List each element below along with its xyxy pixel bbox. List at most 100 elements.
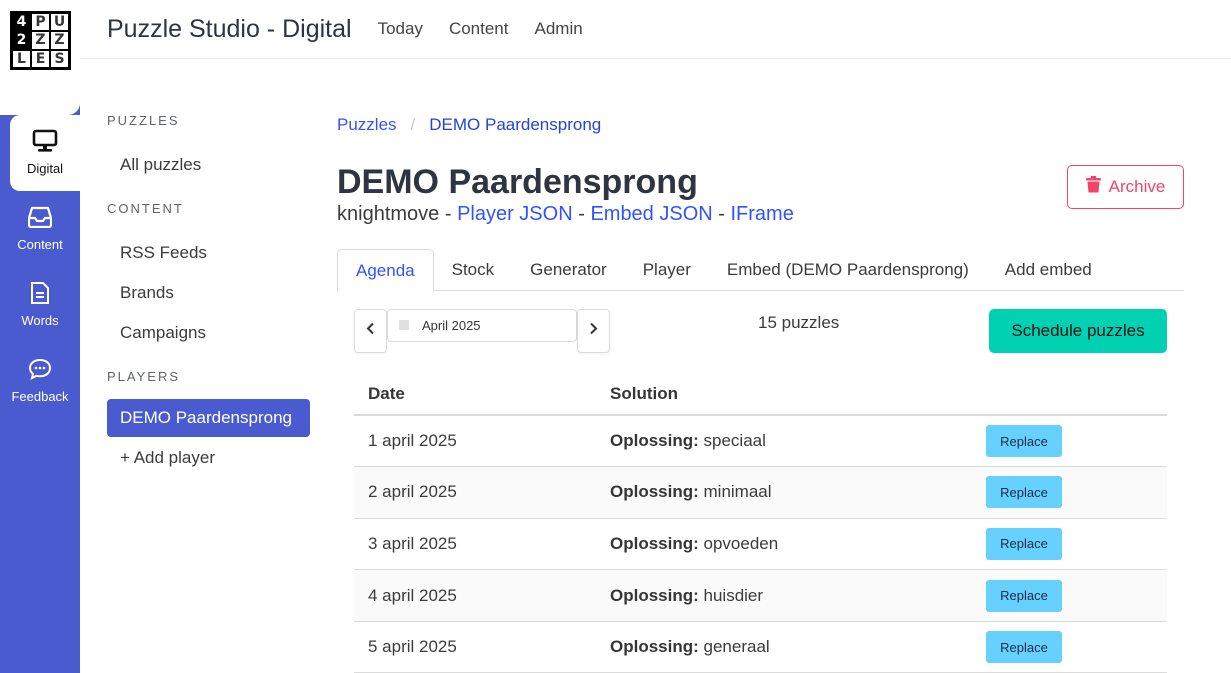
menu-item-rss-feeds[interactable]: RSS Feeds (107, 234, 310, 272)
previous-month-button[interactable] (354, 309, 387, 353)
tab-stock[interactable]: Stock (434, 249, 513, 291)
nav-today[interactable]: Today (378, 19, 423, 39)
menu-label-players: PLAYERS (107, 369, 181, 384)
breadcrumb-current[interactable]: DEMO Paardensprong (429, 115, 601, 135)
chevron-right-icon (589, 322, 598, 340)
next-month-button[interactable] (577, 309, 610, 353)
logo-cell: Z (31, 31, 50, 50)
rail-item-digital[interactable]: Digital (10, 115, 80, 191)
column-date: Date (354, 374, 596, 416)
row-actions: Replace (954, 518, 1167, 571)
puzzle-count: 15 puzzles (758, 313, 840, 332)
row-actions: Replace (954, 569, 1167, 622)
table-row: 5 april 2025 Oplossing: generaal Replace (354, 621, 1167, 673)
logo-cell: 2 (12, 31, 31, 50)
puzzle-type: knightmove (337, 203, 440, 225)
solution-key: Oplossing: (610, 482, 699, 502)
menu-label-content: CONTENT (107, 201, 184, 216)
subline-dash: - (712, 203, 731, 225)
column-actions (954, 374, 1167, 416)
archive-button[interactable]: Archive (1067, 165, 1184, 209)
agenda-table: Date Solution 1 april 2025 Oplossing: sp… (354, 374, 1167, 673)
menu-item-campaigns[interactable]: Campaigns (107, 314, 310, 352)
breadcrumb-separator: / (410, 115, 416, 134)
logo-cell: L (12, 49, 31, 68)
logo-cell: E (31, 49, 50, 68)
puzzle-subline: knightmove - Player JSON - Embed JSON - … (337, 201, 1184, 227)
row-date: 5 april 2025 (354, 621, 596, 673)
logo-cell: S (50, 49, 69, 68)
rail-item-label: Content (17, 237, 63, 252)
tab-generator[interactable]: Generator (512, 249, 625, 291)
schedule-puzzles-button[interactable]: Schedule puzzles (989, 309, 1167, 353)
rail-item-label: Digital (26, 161, 64, 176)
row-date: 1 april 2025 (354, 415, 596, 468)
replace-button[interactable]: Replace (986, 476, 1062, 509)
page-title: DEMO Paardensprong (337, 163, 698, 201)
replace-button[interactable]: Replace (986, 631, 1062, 664)
table-row: 1 april 2025 Oplossing: speciaal Replace (354, 415, 1167, 468)
logo-container: 4 P U 2 Z Z L E S (0, 0, 80, 115)
breadcrumb-puzzles[interactable]: Puzzles (337, 115, 397, 135)
side-menu: PUZZLES All puzzles CONTENT RSS Feeds Br… (107, 113, 310, 477)
top-navbar: Puzzle Studio - Digital Today Content Ad… (80, 0, 1231, 59)
subline-dash: - (572, 203, 591, 225)
iframe-link[interactable]: IFrame (730, 203, 793, 225)
replace-button[interactable]: Replace (986, 579, 1062, 612)
replace-button[interactable]: Replace (986, 425, 1062, 458)
rail-item-label: Words (21, 313, 59, 328)
trash-icon (1085, 176, 1101, 198)
player-json-link[interactable]: Player JSON (457, 203, 573, 225)
row-actions: Replace (954, 621, 1167, 673)
row-date: 3 april 2025 (354, 518, 596, 571)
column-solution: Solution (596, 374, 954, 416)
logo-cell: U (50, 13, 69, 32)
chevron-left-icon (366, 322, 375, 340)
tab-agenda[interactable]: Agenda (337, 249, 434, 292)
row-date: 4 april 2025 (354, 569, 596, 622)
embed-json-link[interactable]: Embed JSON (590, 203, 712, 225)
app-title[interactable]: Puzzle Studio - Digital (107, 15, 352, 44)
row-solution: Oplossing: generaal (596, 621, 954, 673)
table-row: 4 april 2025 Oplossing: huisdier Replace (354, 569, 1167, 622)
solution-value: minimaal (703, 482, 772, 502)
tab-player[interactable]: Player (625, 249, 709, 291)
chat-bubble-icon (28, 355, 52, 383)
nav-content[interactable]: Content (449, 19, 509, 39)
tab-embed[interactable]: Embed (DEMO Paardensprong) (709, 249, 987, 291)
tab-add-embed[interactable]: Add embed (987, 249, 1110, 291)
replace-button[interactable]: Replace (986, 527, 1062, 560)
menu-item-all-puzzles[interactable]: All puzzles (107, 146, 310, 184)
row-date: 2 april 2025 (354, 466, 596, 519)
breadcrumb: Puzzles / DEMO Paardensprong (337, 113, 1184, 137)
subline-dash: - (439, 203, 458, 225)
rail-item-label: Feedback (11, 389, 69, 404)
solution-value: huisdier (703, 585, 764, 605)
logo-cell: Z (50, 31, 69, 50)
nav-admin[interactable]: Admin (534, 19, 582, 39)
agenda-controls: April 2025 15 puzzles Schedule puzzles (354, 309, 1167, 353)
puzzle-tabs: Agenda Stock Generator Player Embed (DEM… (337, 249, 1184, 292)
row-solution: Oplossing: opvoeden (596, 518, 954, 571)
calendar-icon (399, 320, 409, 330)
top-nav: Today Content Admin (378, 19, 583, 39)
rail-edge (0, 115, 10, 191)
monitor-icon (32, 127, 58, 155)
rail-item-feedback[interactable]: Feedback (0, 343, 80, 419)
menu-item-demo-paardensprong[interactable]: DEMO Paardensprong (107, 399, 310, 437)
puzzles-logo[interactable]: 4 P U 2 Z Z L E S (10, 11, 71, 70)
menu-item-brands[interactable]: Brands (107, 274, 310, 312)
solution-key: Oplossing: (610, 585, 699, 605)
row-actions: Replace (954, 466, 1167, 519)
solution-key: Oplossing: (610, 637, 699, 657)
logo-cell: P (31, 13, 50, 32)
archive-label: Archive (1108, 177, 1166, 196)
menu-item-add-player[interactable]: + Add player (107, 439, 310, 477)
rail-item-content[interactable]: Content (0, 191, 80, 267)
rail-item-words[interactable]: Words (0, 267, 80, 343)
month-picker[interactable]: April 2025 (387, 309, 577, 342)
table-header-row: Date Solution (354, 374, 1167, 416)
solution-value: speciaal (703, 431, 766, 451)
menu-label-puzzles: PUZZLES (107, 113, 180, 128)
logo-cell: 4 (12, 13, 31, 32)
